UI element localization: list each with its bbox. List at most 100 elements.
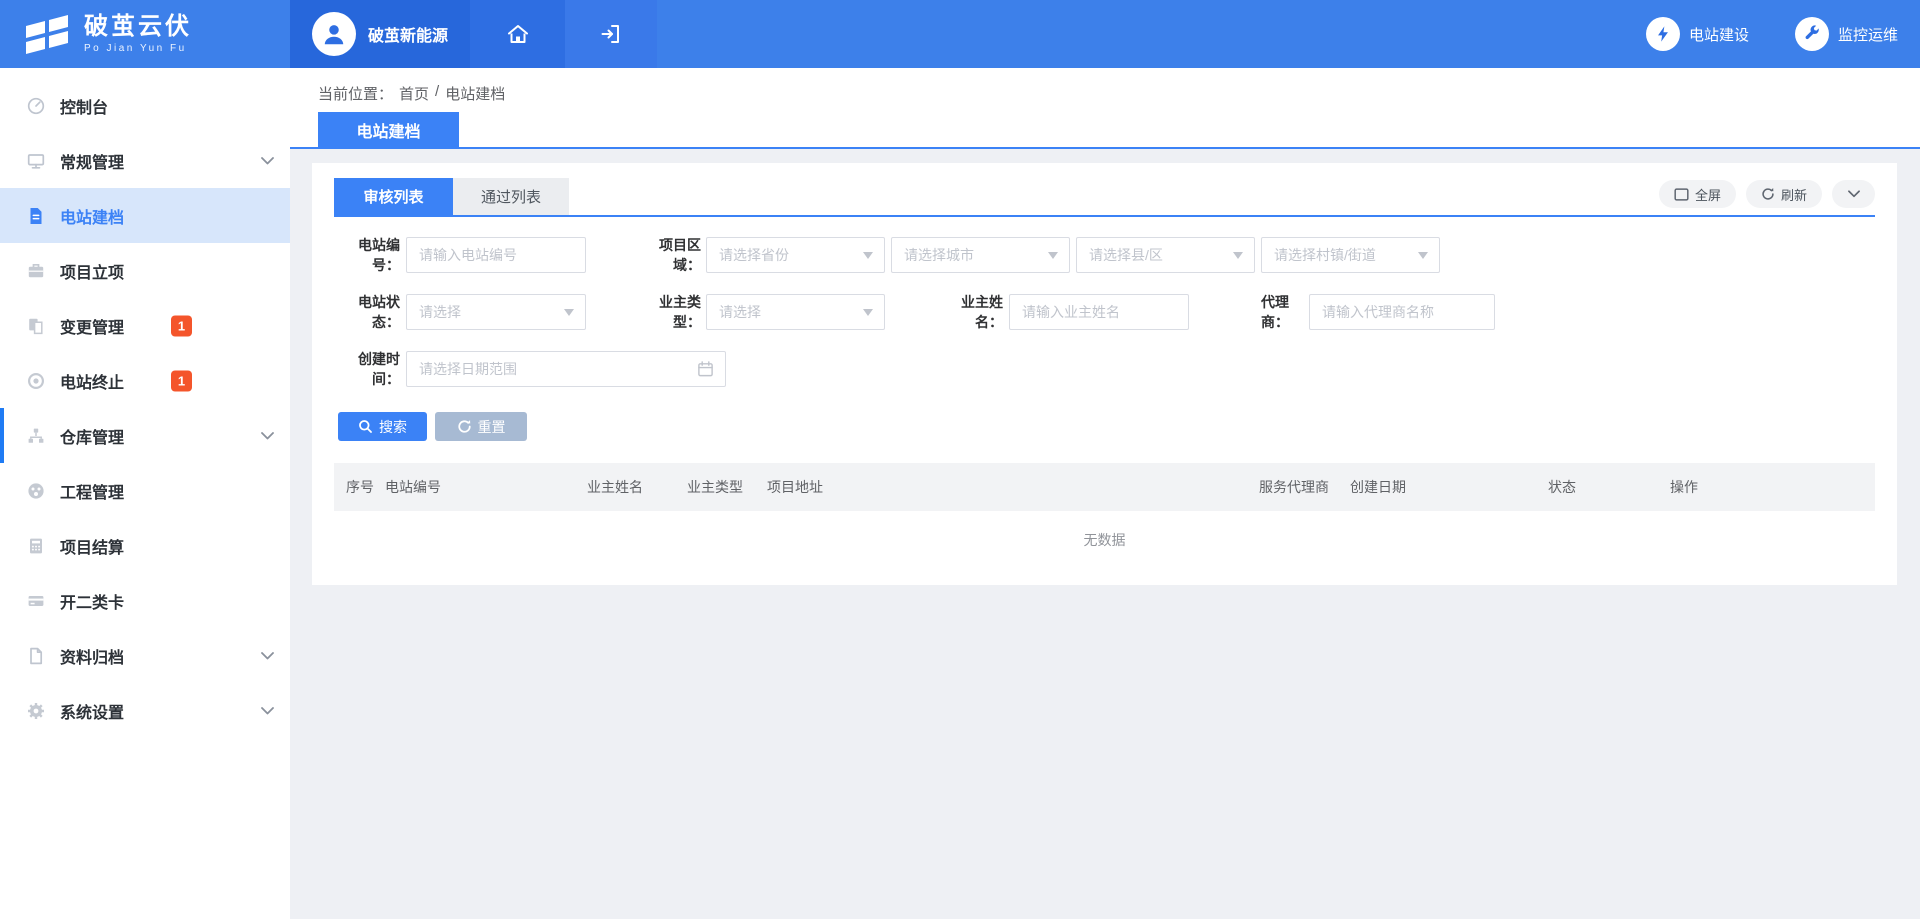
app-root: 破茧云伏 Po Jian Yun Fu 破茧新能源 [0, 0, 1920, 919]
tab-passed-list[interactable]: 通过列表 [453, 178, 569, 215]
chevron-down-icon [261, 432, 274, 440]
home-button[interactable] [470, 0, 565, 68]
sidebar-item-general-management[interactable]: 常规管理 [0, 133, 290, 188]
sidebar-item-data-archive[interactable]: 资料归档 [0, 628, 290, 683]
document-icon [25, 205, 47, 227]
main-area: 当前位置： 首页 / 电站建档 电站建档 审核列表 通过列表 全 [290, 68, 1920, 919]
agent-input[interactable] [1309, 294, 1495, 330]
home-icon [506, 22, 530, 46]
search-button[interactable]: 搜索 [338, 412, 427, 441]
monitor-icon [25, 150, 47, 172]
sidebar-item-warehouse-management[interactable]: 仓库管理 [0, 408, 290, 463]
caret-down-icon [863, 309, 873, 316]
col-service-agent: 服务代理商 [1259, 477, 1350, 497]
province-select[interactable]: 请选择省份 [706, 237, 885, 273]
top-nav: 电站建设 监控运维 [1646, 0, 1920, 68]
owner-name-input[interactable] [1009, 294, 1189, 330]
town-select[interactable]: 请选择村镇/街道 [1261, 237, 1440, 273]
page-tab-station-archive[interactable]: 电站建档 [318, 112, 459, 147]
refresh-button[interactable]: 刷新 [1746, 180, 1822, 208]
date-range-field [406, 351, 726, 387]
gear-icon [25, 700, 47, 722]
col-index: 序号 [346, 477, 385, 497]
station-status-select[interactable]: 请选择 [406, 294, 586, 330]
tab-review-list[interactable]: 审核列表 [334, 178, 453, 215]
fullscreen-icon [1674, 188, 1689, 201]
refresh-icon [1761, 187, 1775, 201]
col-actions: 操作 [1670, 477, 1875, 497]
col-created-date: 创建日期 [1350, 477, 1548, 497]
chevron-down-icon [261, 652, 274, 660]
reset-button[interactable]: 重置 [435, 412, 527, 441]
nav-monitoring-ops[interactable]: 监控运维 [1795, 17, 1898, 51]
sidebar: 控制台 常规管理 电站建档 [0, 68, 290, 919]
sidebar-item-console[interactable]: 控制台 [0, 78, 290, 133]
station-code-input[interactable] [406, 237, 586, 273]
breadcrumb-prefix: 当前位置： [318, 83, 393, 104]
copy-icon [25, 315, 47, 337]
user-name: 破茧新能源 [368, 22, 448, 46]
brand-subtitle: Po Jian Yun Fu [84, 43, 192, 54]
sidebar-item-change-management[interactable]: 变更管理 1 [0, 298, 290, 353]
gauge-icon [25, 480, 47, 502]
sidebar-item-project-settlement[interactable]: 项目结算 [0, 518, 290, 573]
breadcrumb: 当前位置： 首页 / 电站建档 [318, 83, 505, 104]
sidebar-item-engineering-management[interactable]: 工程管理 [0, 463, 290, 518]
form-row-1: 电站编号： 项目区域： 请选择省份 请选择城市 请选择县/区 请选择村镇/街道 [334, 237, 1875, 273]
briefcase-icon [25, 260, 47, 282]
brand-logo-icon [24, 13, 70, 55]
form-row-3: 创建时间： [334, 351, 1875, 387]
brand: 破茧云伏 Po Jian Yun Fu [0, 0, 290, 68]
logout-icon [599, 22, 623, 46]
calculator-icon [25, 535, 47, 557]
chevron-down-icon [261, 707, 274, 715]
sidebar-item-system-settings[interactable]: 系统设置 [0, 683, 290, 738]
city-select[interactable]: 请选择城市 [891, 237, 1070, 273]
nav-station-construction[interactable]: 电站建设 [1646, 17, 1749, 51]
current-user[interactable]: 破茧新能源 [290, 0, 470, 68]
archive-icon [25, 645, 47, 667]
caret-down-icon [863, 252, 873, 259]
county-select[interactable]: 请选择县/区 [1076, 237, 1255, 273]
caret-down-icon [1418, 252, 1428, 259]
col-station-code: 电站编号 [385, 477, 587, 497]
dashboard-icon [25, 95, 47, 117]
caret-down-icon [1233, 252, 1243, 259]
owner-type-select[interactable]: 请选择 [706, 294, 885, 330]
panel-tabs: 审核列表 通过列表 [334, 163, 1875, 217]
agent-label: 代理商： [1240, 292, 1289, 332]
brand-text: 破茧云伏 Po Jian Yun Fu [84, 14, 192, 54]
count-badge: 1 [171, 315, 192, 336]
search-icon [358, 419, 373, 434]
sidebar-item-second-class-card[interactable]: 开二类卡 [0, 573, 290, 628]
created-time-label: 创建时间： [334, 349, 400, 389]
sidebar-item-project-initiation[interactable]: 项目立项 [0, 243, 290, 298]
wrench-icon [1795, 17, 1829, 51]
owner-name-label: 业主姓名： [940, 292, 1003, 332]
count-badge: 1 [171, 370, 192, 391]
station-status-label: 电站状态： [334, 292, 400, 332]
logout-button[interactable] [565, 0, 657, 68]
date-range-input[interactable] [406, 351, 726, 387]
station-code-label: 电站编号： [334, 235, 400, 275]
user-icon [321, 21, 347, 47]
fullscreen-button[interactable]: 全屏 [1659, 180, 1736, 208]
form-row-2: 电站状态： 请选择 业主类型： 请选择 业主姓名： 代理商： [334, 294, 1875, 330]
table-empty-state: 无数据 [334, 511, 1875, 569]
breadcrumb-home[interactable]: 首页 [399, 83, 429, 104]
region-label: 项目区域： [637, 235, 701, 275]
panel-toolbar: 全屏 刷新 [1659, 180, 1875, 208]
card-icon [25, 590, 47, 612]
content: 审核列表 通过列表 全屏 刷新 [290, 149, 1920, 585]
collapse-panel-button[interactable] [1832, 180, 1875, 208]
sidebar-item-station-termination[interactable]: 电站终止 1 [0, 353, 290, 408]
breadcrumb-separator: / [435, 83, 439, 104]
user-strip: 破茧新能源 [290, 0, 657, 68]
sitemap-icon [25, 425, 47, 447]
caret-down-icon [564, 309, 574, 316]
nav-label: 电站建设 [1689, 24, 1749, 45]
reset-icon [457, 419, 472, 434]
avatar [312, 12, 356, 56]
sidebar-item-station-archive[interactable]: 电站建档 [0, 188, 290, 243]
breadcrumb-current: 电站建档 [445, 83, 505, 104]
